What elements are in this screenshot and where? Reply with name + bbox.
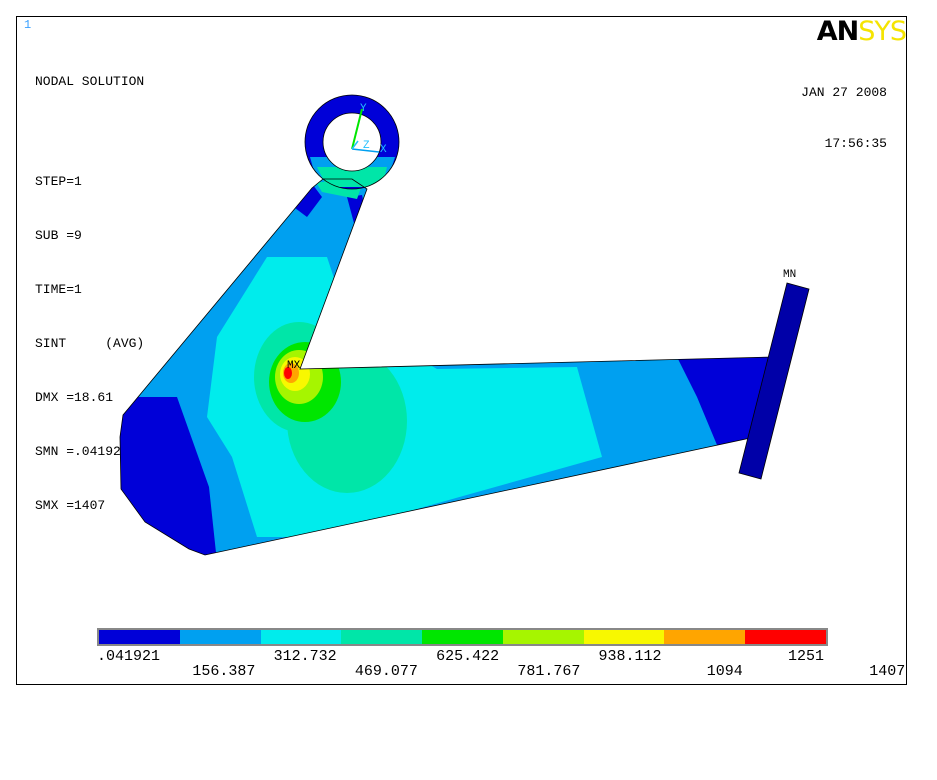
legend-swatch-8 [664, 630, 746, 644]
contour-plot: Y Z X MX MN [119, 94, 810, 556]
legend-label-top: .041921 [97, 648, 161, 665]
axis-x-label: X [380, 144, 387, 156]
legend-swatch-1 [99, 630, 180, 644]
legend-label-top: 1251 [787, 648, 824, 665]
legend-label-top: 625.422 [436, 648, 500, 665]
contour-legend [97, 628, 828, 646]
graphics-window[interactable]: 1 NODAL SOLUTION STEP=1 SUB =9 TIME=1 SI… [16, 16, 907, 685]
axis-y-label: Y [360, 103, 367, 115]
legend-swatch-9 [745, 630, 827, 644]
legend-swatch-6 [502, 630, 584, 644]
legend-label-top: 312.732 [273, 648, 337, 665]
legend-swatch-2 [179, 630, 261, 644]
axis-z-label: Z [363, 140, 370, 152]
legend-swatch-3 [260, 630, 342, 644]
legend-label-bottom: 156.387 [192, 663, 256, 680]
legend-swatch-4 [341, 630, 423, 644]
legend-label-bottom: 781.767 [517, 663, 581, 680]
min-marker: MN [783, 269, 796, 281]
legend-label-top: 938.112 [598, 648, 662, 665]
legend-label-bottom: 1094 [706, 663, 743, 680]
legend-swatch-5 [422, 630, 503, 644]
max-marker: MX [287, 360, 301, 372]
legend-swatch-7 [583, 630, 665, 644]
legend-label-bottom: 469.077 [354, 663, 418, 680]
legend-label-bottom: 1407 [869, 663, 906, 680]
